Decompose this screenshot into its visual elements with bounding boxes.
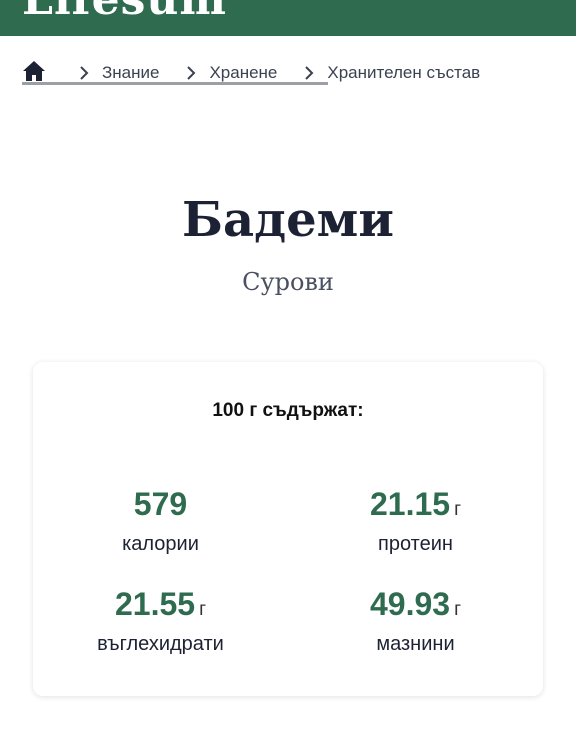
breadcrumb-scrollbar[interactable] (22, 82, 328, 85)
stat-label: мазнини (376, 633, 455, 655)
stat-value: 21.15 (369, 486, 451, 522)
stat-label: въглехидрати (97, 633, 224, 655)
site-logo[interactable]: Lifesum (22, 0, 227, 25)
breadcrumb-item-nutrition[interactable]: Хранене (209, 63, 277, 83)
stat-label: протеин (378, 533, 453, 555)
breadcrumb-item-current: Хранителен състав (327, 63, 481, 82)
stat-unit: г (454, 599, 461, 620)
stat-fat: 49.93 г мазнини (288, 586, 543, 656)
chevron-right-icon (74, 66, 94, 80)
stat-carbs: 21.55 г въглехидрати (33, 586, 288, 656)
stat-protein: 21.15 г протеин (288, 486, 543, 556)
nutrition-card: 100 г съдържат: 579 калории 21.15 г проте… (33, 362, 543, 696)
stat-unit: г (199, 599, 206, 620)
stat-unit: г (454, 499, 461, 520)
top-bar: Lifesum (0, 0, 576, 36)
stat-label: калории (122, 533, 199, 555)
breadcrumb-item-knowledge[interactable]: Знание (102, 63, 159, 83)
stat-calories: 579 калории (33, 486, 288, 556)
stat-value: 21.55 (114, 586, 196, 622)
chevron-right-icon (299, 66, 319, 80)
nutrition-heading: 100 г съдържат: (212, 400, 364, 421)
stat-value: 579 (133, 486, 188, 522)
page-title: Бадеми (182, 192, 394, 248)
chevron-right-icon (181, 66, 201, 80)
page-subtitle: Сурови (242, 268, 334, 296)
stat-value: 49.93 (369, 586, 451, 622)
